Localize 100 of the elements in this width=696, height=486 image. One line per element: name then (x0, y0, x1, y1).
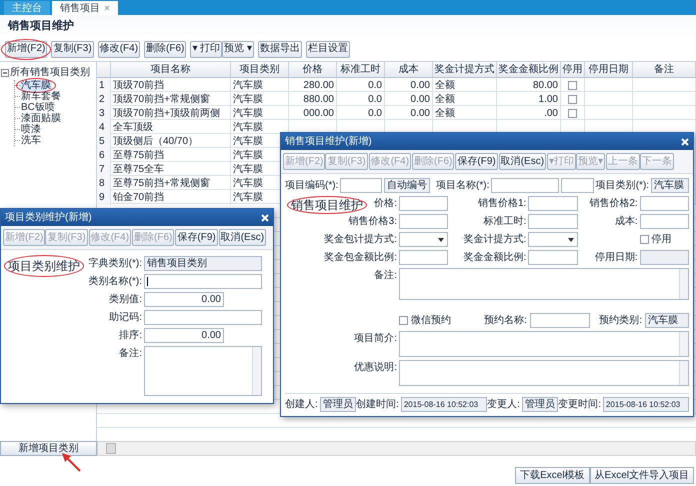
dialog-title: 项目类别维护(新增) (5, 210, 92, 225)
text-area[interactable] (399, 268, 689, 300)
tree-item[interactable]: 汽车膜 (20, 80, 52, 91)
field-label: 奖金包计提方式: (324, 234, 397, 245)
toolbar-button[interactable]: 栏目设置 (306, 40, 350, 58)
table-cell: 全额 (433, 78, 497, 93)
auto-number-button[interactable]: 自动编号 (384, 178, 430, 193)
input-field[interactable] (530, 313, 590, 328)
field-label: 销售价格3: (348, 216, 397, 227)
toolbar-button[interactable]: 下载Excel模板 (515, 467, 590, 484)
collapse-icon[interactable] (1, 68, 9, 76)
tab[interactable]: 销售项目 (52, 1, 118, 15)
tree-item[interactable]: 漆面贴膜 (20, 113, 62, 124)
tree-item[interactable]: 洗车 (20, 135, 42, 146)
toolbar-button[interactable]: ▾ 打印 (190, 40, 222, 58)
field-label: 预约名称: (484, 314, 527, 328)
table-cell: 80.00 (497, 78, 561, 93)
caret-icon (438, 238, 444, 242)
add-category-button[interactable]: 新增项目类别 (0, 441, 97, 456)
toolbar-button[interactable]: 新增(F2) (5, 40, 48, 58)
toolbar-button[interactable]: 保存(F9) (455, 153, 498, 170)
field-label: 价格: (374, 198, 397, 209)
checkbox[interactable] (399, 316, 408, 325)
input-field[interactable] (399, 196, 448, 211)
toolbar-button[interactable]: 取消(Esc) (498, 153, 546, 170)
input-field[interactable] (144, 310, 262, 325)
input-field[interactable] (528, 214, 578, 229)
row-number: 5 (97, 134, 111, 149)
input-field[interactable] (144, 274, 262, 289)
tree-item[interactable]: 喷漆 (20, 124, 42, 135)
row-number: 1 (97, 78, 111, 93)
toolbar-button[interactable]: 保存(F9) (175, 229, 218, 246)
input-field[interactable] (399, 214, 448, 229)
field-label: 奖金包金额比例: (324, 252, 397, 263)
column-header[interactable]: 奖金计提方式 (433, 62, 497, 77)
table-cell: 0.0 (337, 92, 385, 107)
input-field[interactable]: 0.00 (144, 292, 224, 307)
table-cell: 铂金70前挡 (111, 190, 231, 205)
input-field[interactable] (340, 178, 382, 193)
input-field[interactable]: 2015-08-16 10:52:03 (602, 397, 689, 412)
input-field[interactable] (528, 196, 578, 211)
field-label: 备注: (373, 268, 397, 283)
column-header[interactable]: 项目名称 (111, 62, 231, 77)
column-header[interactable]: 项目类别 (231, 62, 289, 77)
input-field[interactable] (640, 250, 689, 265)
toolbar-button[interactable]: 删除(F6) (144, 40, 186, 58)
column-header[interactable]: 价格 (289, 62, 337, 77)
text-area[interactable] (399, 331, 689, 357)
text-area[interactable] (144, 346, 262, 396)
toolbar-button[interactable]: 复制(F3) (51, 40, 94, 58)
field-label: 字典类别(*): (88, 256, 142, 271)
column-header[interactable]: 标准工时 (337, 62, 385, 77)
tree-item[interactable]: 新车套餐 (20, 91, 62, 102)
checkbox-label: 停用 (652, 233, 672, 247)
column-header[interactable]: 成本 (385, 62, 433, 77)
toolbar-button[interactable]: 取消(Esc) (218, 229, 266, 246)
checkbox[interactable] (568, 109, 577, 118)
input-field[interactable] (399, 250, 448, 265)
column-header[interactable]: 备注 (633, 62, 696, 77)
input-field[interactable] (640, 214, 689, 229)
horizontal-scrollbar[interactable] (97, 441, 696, 456)
field-label: 创建人: (285, 398, 318, 412)
input-field[interactable]: 0.00 (144, 328, 224, 343)
table-cell: 全额 (433, 106, 497, 121)
tree-item[interactable]: 所有销售项目类别 (10, 65, 90, 80)
row-number: 8 (97, 176, 111, 191)
input-field[interactable] (640, 196, 689, 211)
row-number: 2 (97, 92, 111, 107)
toolbar-button[interactable]: 数据导出 (258, 40, 302, 58)
column-header[interactable]: 停用日期 (585, 62, 633, 77)
dropdown-field[interactable] (399, 232, 448, 247)
input-field[interactable] (561, 178, 594, 193)
tree-item[interactable]: BC钣喷 (20, 102, 56, 113)
input-field[interactable]: 2015-08-16 10:52:03 (400, 397, 487, 412)
table-cell: 280.00 (289, 78, 337, 93)
field-label: 销售价格2: (589, 198, 638, 209)
column-header[interactable]: 停用 (561, 62, 585, 77)
dropdown-field[interactable] (528, 232, 578, 247)
input-field[interactable] (491, 178, 560, 193)
column-header[interactable]: 奖金金额比例 (497, 62, 561, 77)
toolbar-button[interactable]: 预览 ▾ (222, 40, 254, 58)
text-area[interactable] (399, 360, 689, 386)
input-field[interactable]: 销售项目类别 (144, 256, 262, 271)
input-field[interactable]: 管理员 (320, 397, 356, 412)
field-label: 奖金金额比例: (464, 252, 526, 263)
checkbox[interactable] (640, 235, 649, 244)
table-cell: 汽车膜 (231, 78, 289, 93)
input-field[interactable]: 管理员 (522, 397, 558, 412)
page-title: 销售项目维护 (8, 18, 74, 34)
checkbox[interactable] (568, 81, 577, 90)
caret-icon (568, 238, 574, 242)
checkbox[interactable] (568, 95, 577, 104)
table-cell: 000.00 (289, 106, 337, 121)
input-field[interactable]: 汽车膜 (651, 178, 690, 193)
toolbar-button[interactable]: 修改(F4) (98, 40, 140, 58)
toolbar-button[interactable]: 从Excel文件导入项目 (590, 467, 694, 484)
table-cell: 汽车膜 (231, 92, 289, 107)
input-field[interactable] (528, 250, 578, 265)
section-heading: 销售项目维护 (291, 198, 363, 212)
input-field[interactable]: 汽车膜 (645, 313, 689, 328)
